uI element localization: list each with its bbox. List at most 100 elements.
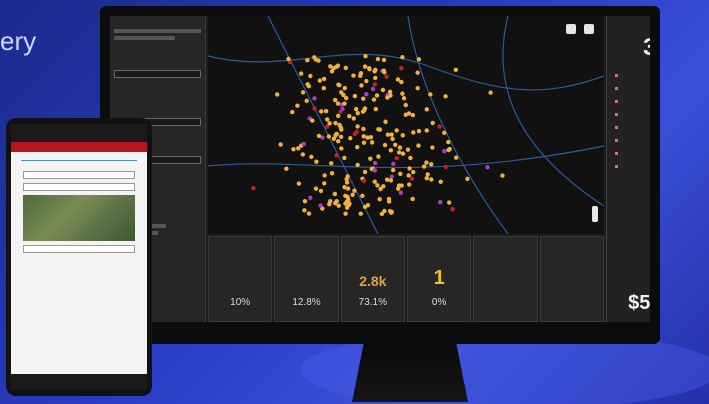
stat-card-1[interactable]: 12.8% [274,236,339,322]
map-point[interactable] [312,96,317,101]
map-point[interactable] [362,169,368,175]
map-point[interactable] [403,102,408,108]
list-item[interactable] [615,163,650,170]
map-layers-button[interactable] [584,24,594,34]
map-point[interactable] [324,117,330,122]
map-point[interactable] [398,171,403,176]
map-point[interactable] [400,133,405,138]
map-point[interactable] [395,186,401,191]
list-item[interactable] [615,150,650,157]
map-point[interactable] [410,196,415,202]
map-point[interactable] [336,82,341,87]
map-point[interactable] [438,199,443,205]
map-point[interactable] [312,106,317,111]
map-point[interactable] [274,92,280,97]
map-point[interactable] [424,128,429,133]
map-point[interactable] [379,211,385,217]
map-point[interactable] [407,166,412,171]
map-point[interactable] [429,162,434,167]
map-point[interactable] [485,164,490,170]
map-point[interactable] [409,176,415,181]
map-point[interactable] [363,53,368,59]
map-point[interactable] [353,106,359,112]
map-point[interactable] [390,136,395,142]
map-point[interactable] [313,186,319,191]
map-point[interactable] [300,152,306,157]
map-point[interactable] [345,194,350,200]
map-point[interactable] [344,199,350,204]
stat-card-5[interactable] [539,236,604,322]
map-point[interactable] [372,160,378,166]
incident-map[interactable] [208,16,604,234]
map-point[interactable] [424,107,429,112]
map-point[interactable] [372,69,377,74]
map-point[interactable] [332,97,338,103]
map-point[interactable] [388,178,394,183]
map-point[interactable] [298,71,304,76]
map-point[interactable] [333,120,338,126]
list-item[interactable] [615,137,650,144]
map-point[interactable] [442,148,447,154]
map-point[interactable] [411,130,416,135]
list-item[interactable] [615,98,650,105]
map-point[interactable] [421,164,427,169]
map-point[interactable] [373,75,378,81]
map-point[interactable] [438,179,443,185]
map-point[interactable] [327,121,332,126]
list-item[interactable] [615,72,650,79]
map-point[interactable] [443,164,448,169]
map-point[interactable] [428,92,433,97]
map-point[interactable] [326,134,332,139]
map-point[interactable] [337,122,342,128]
map-point[interactable] [339,127,344,132]
map-point[interactable] [322,181,327,186]
map-point[interactable] [355,124,360,129]
map-point[interactable] [295,103,300,108]
map-point[interactable] [367,66,372,72]
map-zoom-slider[interactable] [592,206,598,222]
map-point[interactable] [318,188,324,194]
sidebar-filter-input[interactable] [114,70,201,78]
map-point[interactable] [306,211,312,216]
map-point[interactable] [342,101,347,106]
map-point[interactable] [336,139,341,144]
map-point[interactable] [424,175,429,181]
map-point[interactable] [405,147,411,152]
map-point[interactable] [411,169,416,175]
map-point[interactable] [406,111,412,116]
map-point[interactable] [394,128,399,133]
map-point[interactable] [368,156,373,161]
map-point[interactable] [361,134,366,139]
map-point[interactable] [437,124,442,129]
map-point[interactable] [401,96,407,101]
map-point[interactable] [316,58,321,63]
map-point[interactable] [416,143,421,148]
map-point[interactable] [302,208,307,213]
map-point[interactable] [361,140,367,145]
map-point[interactable] [343,95,349,101]
map-point[interactable] [374,93,380,98]
map-point[interactable] [334,131,339,137]
map-point[interactable] [377,197,382,202]
map-point[interactable] [372,82,378,87]
map-point[interactable] [365,202,371,208]
map-point[interactable] [335,63,341,68]
map-point[interactable] [332,191,338,197]
map-point[interactable] [345,186,351,191]
phone-location-map[interactable] [23,195,135,241]
map-point[interactable] [354,129,359,135]
map-point[interactable] [251,185,256,191]
map-point[interactable] [338,134,344,140]
map-point[interactable] [382,70,387,75]
map-point[interactable] [376,154,381,159]
map-point[interactable] [339,90,344,95]
map-point[interactable] [342,155,347,161]
map-point[interactable] [429,177,434,182]
map-point[interactable] [383,119,388,124]
map-point[interactable] [342,85,347,91]
map-point[interactable] [406,173,411,178]
stat-card-0[interactable]: 10% [208,236,273,322]
map-point[interactable] [321,76,327,82]
map-point[interactable] [370,86,376,92]
map-point[interactable] [384,74,389,79]
